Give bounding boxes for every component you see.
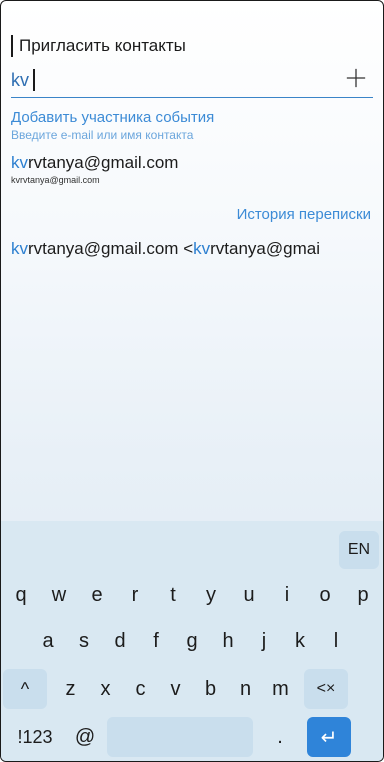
history-suggestion[interactable]: kvrvtanya@gmail.com <kvrvtanya@gmai — [11, 239, 373, 259]
key-e[interactable]: e — [79, 575, 115, 615]
history-rest-1: rvtanya@gmail.com < — [28, 239, 194, 258]
hint-subtitle: Введите e-mail или имя контакта — [11, 128, 194, 142]
search-field — [11, 65, 373, 98]
title-marker — [11, 35, 13, 57]
at-key[interactable]: @ — [67, 717, 103, 757]
key-o[interactable]: o — [307, 575, 343, 615]
suggestion-sub-email: kvrvtanya@gmail.com — [11, 175, 373, 185]
backspace-key[interactable]: <× — [304, 669, 348, 709]
key-b[interactable]: b — [194, 669, 227, 709]
key-f[interactable]: f — [139, 621, 173, 661]
suggestion-match: kv — [11, 153, 28, 172]
key-k[interactable]: k — [283, 621, 317, 661]
soft-keyboard: EN q w e r t y u i o p a s d f g h j k l… — [1, 521, 383, 761]
key-t[interactable]: t — [155, 575, 191, 615]
suggestion-sub-rest: rvtanya@gmail.com — [20, 175, 100, 185]
suggestion-rest: rvtanya@gmail.com — [28, 153, 179, 172]
language-key[interactable]: EN — [339, 531, 379, 569]
key-v[interactable]: v — [159, 669, 192, 709]
history-match-2: kv — [193, 239, 211, 258]
page-title: Пригласить контакты — [19, 36, 186, 55]
key-r[interactable]: r — [117, 575, 153, 615]
text-caret — [33, 69, 35, 91]
key-z[interactable]: z — [54, 669, 87, 709]
suggestion-email: kvrvtanya@gmail.com — [11, 153, 373, 173]
key-g[interactable]: g — [175, 621, 209, 661]
key-y[interactable]: y — [193, 575, 229, 615]
add-contact-button[interactable] — [341, 63, 371, 93]
key-n[interactable]: n — [229, 669, 262, 709]
space-key[interactable] — [107, 717, 253, 757]
enter-key[interactable]: ↵ — [307, 717, 351, 757]
history-match-1: kv — [11, 239, 28, 258]
dot-key[interactable]: . — [257, 717, 303, 757]
key-d[interactable]: d — [103, 621, 137, 661]
screen: Пригласить контакты Добавить участника с… — [0, 0, 384, 762]
contact-suggestion[interactable]: kvrvtanya@gmail.com kvrvtanya@gmail.com — [11, 153, 373, 185]
hint-block: Добавить участника события Введите e-mai… — [11, 109, 214, 142]
key-w[interactable]: w — [41, 575, 77, 615]
history-link[interactable]: История переписки — [237, 206, 371, 223]
key-c[interactable]: c — [124, 669, 157, 709]
key-q[interactable]: q — [3, 575, 39, 615]
key-h[interactable]: h — [211, 621, 245, 661]
key-p[interactable]: p — [345, 575, 381, 615]
keyboard-row-4: !123 @ . ↵ — [1, 717, 383, 757]
symbols-key[interactable]: !123 — [5, 717, 65, 757]
hint-title: Добавить участника события — [11, 109, 215, 126]
key-x[interactable]: x — [89, 669, 122, 709]
history-rest-2: rvtanya@gmai — [210, 239, 320, 258]
key-u[interactable]: u — [231, 575, 267, 615]
key-s[interactable]: s — [67, 621, 101, 661]
key-a[interactable]: a — [31, 621, 65, 661]
plus-icon — [346, 68, 366, 88]
keyboard-row-2: a s d f g h j k l — [1, 621, 383, 661]
keyboard-row-3: ^ z x c v b n m <× — [1, 669, 383, 709]
key-i[interactable]: i — [269, 575, 305, 615]
suggestion-sub-match: kv — [11, 175, 20, 185]
header: Пригласить контакты — [11, 33, 186, 59]
shift-key[interactable]: ^ — [3, 669, 47, 709]
key-l[interactable]: l — [319, 621, 353, 661]
key-m[interactable]: m — [264, 669, 297, 709]
contact-search-input[interactable] — [11, 67, 311, 93]
key-j[interactable]: j — [247, 621, 281, 661]
keyboard-row-1: q w e r t y u i o p — [1, 575, 383, 615]
